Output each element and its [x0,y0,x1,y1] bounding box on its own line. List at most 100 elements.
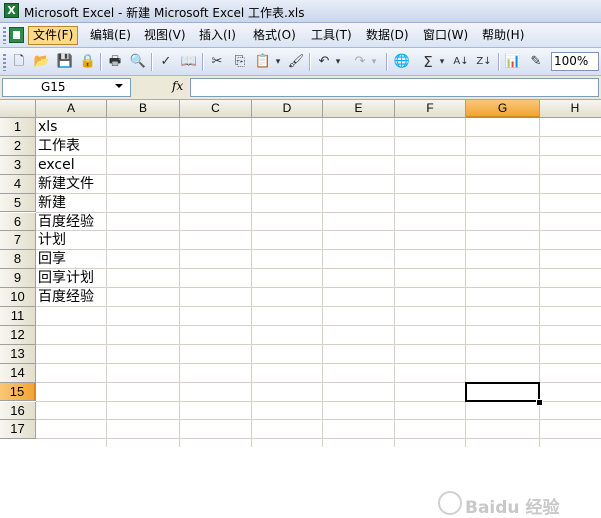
chart-wizard-icon[interactable]: 📊 [504,53,522,71]
undo-dropdown-icon[interactable]: ▾ [333,53,343,71]
window-title: Microsoft Excel - 新建 Microsoft Excel 工作表… [24,6,305,20]
gridline-horizontal [36,211,601,213]
save-icon[interactable]: 💾 [56,53,74,71]
row-header-8[interactable]: 8 [0,250,36,270]
column-header-b[interactable]: B [107,100,180,118]
name-box-dropdown-icon[interactable] [115,84,123,88]
cut-icon[interactable]: ✂ [208,53,226,71]
new-icon[interactable]: 🗋 [10,53,28,71]
column-header-a[interactable]: A [36,100,107,118]
column-header-d[interactable]: D [252,100,323,118]
gridline-horizontal [36,192,601,194]
row-header-7[interactable]: 7 [0,231,36,251]
worksheet-grid[interactable]: A B C D E F G H 1 2 3 4 5 6 7 8 9 10 11 12 13 14 15 16 17 xls 工作表 e… [0,100,601,518]
workbook-icon[interactable] [9,27,24,43]
row-header-2[interactable]: 2 [0,136,36,156]
row-header-3[interactable]: 3 [0,155,36,175]
row-header-14[interactable]: 14 [0,363,36,383]
cell-a5[interactable]: 新建 [38,194,66,213]
redo-icon[interactable]: ↷ [351,53,369,71]
name-box[interactable]: G15 [2,78,131,97]
cell-a2[interactable]: 工作表 [38,137,80,156]
gridline-horizontal [36,268,601,270]
row-header-5[interactable]: 5 [0,193,36,213]
gridline-horizontal [36,173,601,175]
menu-format[interactable]: 格式(O) [249,26,300,45]
menu-tools[interactable]: 工具(T) [307,26,356,45]
cell-a6[interactable]: 百度经验 [38,213,94,232]
select-all-button[interactable] [0,100,36,118]
gridline-horizontal [36,324,601,326]
toolbar-separator [100,53,102,71]
cell-a4[interactable]: 新建文件 [38,175,94,194]
gridline-vertical [106,118,107,447]
menu-insert[interactable]: 插入(I) [195,26,240,45]
menu-view[interactable]: 视图(V) [140,26,190,45]
row-header-6[interactable]: 6 [0,212,36,232]
menu-window[interactable]: 窗口(W) [419,26,472,45]
column-header-e[interactable]: E [323,100,395,118]
row-header-17[interactable]: 17 [0,420,36,440]
undo-icon[interactable]: ↶ [315,53,333,71]
print-preview-icon[interactable]: 🔍 [129,53,147,71]
gridline-vertical [322,118,323,447]
row-header-16[interactable]: 16 [0,401,36,421]
menu-grip-icon[interactable] [3,27,6,44]
cell-a9[interactable]: 回享计划 [38,269,94,288]
hyperlink-icon[interactable]: 🌐 [393,53,411,71]
cell-a7[interactable]: 计划 [38,231,66,250]
format-painter-icon[interactable]: 🖌 [287,53,305,71]
gridline-horizontal [36,154,601,156]
cell-a8[interactable]: 回享 [38,250,66,269]
paste-icon[interactable]: 📋 [254,53,272,71]
spelling-icon[interactable]: ✓ [157,53,175,71]
toolbar-separator [151,53,153,71]
fill-handle[interactable] [536,398,543,406]
autosum-icon[interactable]: Σ [419,53,437,71]
copy-icon[interactable]: ⎘ [231,53,249,71]
menu-file[interactable]: 文件(F) [28,26,79,45]
column-header-f[interactable]: F [395,100,466,118]
row-header-9[interactable]: 9 [0,269,36,289]
column-header-g[interactable]: G [466,100,540,118]
sort-ascending-icon[interactable]: A↓ [452,53,470,71]
cell-a3[interactable]: excel [38,156,75,175]
open-icon[interactable]: 📂 [33,53,51,71]
title-bar: X Microsoft Excel - 新建 Microsoft Excel 工… [0,0,601,23]
row-header-1[interactable]: 1 [0,118,36,137]
row-header-12[interactable]: 12 [0,325,36,345]
gridline-vertical [251,118,252,447]
toolbar-grip-icon[interactable] [3,54,6,71]
menu-help[interactable]: 帮助(H) [478,26,528,45]
row-header-4[interactable]: 4 [0,174,36,194]
paste-dropdown-icon[interactable]: ▾ [273,53,283,71]
menu-data[interactable]: 数据(D) [362,26,413,45]
toolbar-separator [386,53,388,71]
permission-icon[interactable]: 🔒 [79,53,97,71]
cell-a1[interactable]: xls [38,118,57,137]
formula-input[interactable] [190,78,599,97]
gridline-horizontal [36,419,601,421]
insert-function-icon[interactable]: fx [172,79,183,93]
cell-a10[interactable]: 百度经验 [38,288,94,307]
menu-edit[interactable]: 编辑(E) [86,26,135,45]
research-icon[interactable]: 📖 [180,53,198,71]
sort-descending-icon[interactable]: Z↓ [475,53,493,71]
zoom-select[interactable]: 100% [551,52,599,71]
column-header-h[interactable]: H [540,100,601,118]
row-header-13[interactable]: 13 [0,344,36,364]
gridline-horizontal [36,343,601,345]
row-header-10[interactable]: 10 [0,288,36,307]
active-cell-g15[interactable] [465,381,540,403]
autosum-dropdown-icon[interactable]: ▾ [437,53,447,71]
redo-dropdown-icon[interactable]: ▾ [369,53,379,71]
watermark: Baidu 经验 [465,498,560,518]
print-icon[interactable]: 🖶 [106,53,124,71]
excel-app-icon[interactable]: X [4,3,19,18]
row-header-11[interactable]: 11 [0,307,36,326]
gridline-horizontal [36,249,601,251]
column-header-c[interactable]: C [180,100,252,118]
baidu-logo-icon [438,491,462,515]
row-header-15[interactable]: 15 [0,382,36,402]
drawing-icon[interactable]: ✎ [527,53,545,71]
